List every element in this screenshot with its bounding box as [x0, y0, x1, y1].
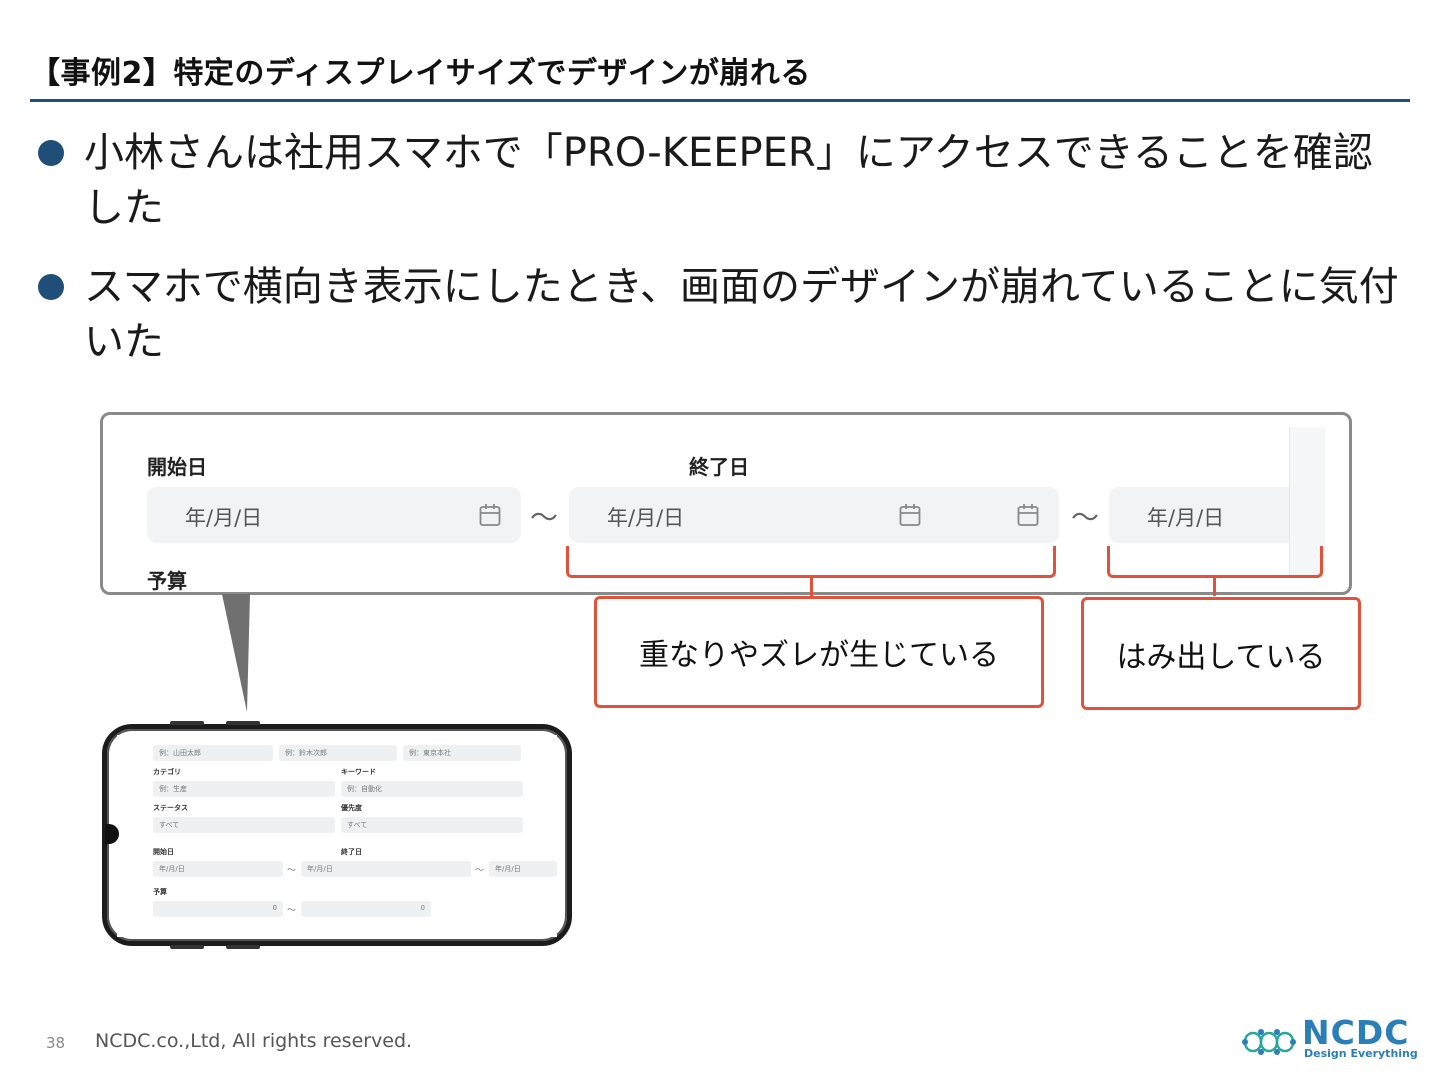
range-separator: 〜	[1071, 501, 1100, 534]
overlap-callout: 重なりやズレが生じている	[594, 596, 1044, 708]
range-separator: 〜	[287, 906, 297, 916]
date-placeholder: 年/月/日	[1147, 506, 1225, 530]
title-underline	[30, 99, 1410, 102]
range-separator: 〜	[475, 866, 485, 876]
status-label: ステータス	[153, 804, 188, 812]
copyright-text: NCDC.co.,Ltd, All rights reserved.	[95, 1030, 413, 1052]
phone-mockup: 例：山田太郎 例：鈴木次郎 例：東京本社 カテゴリ キーワード 例：生産 例：自…	[102, 724, 572, 946]
calendar-icon[interactable]	[1017, 503, 1039, 527]
start-date-input[interactable]: 年/月/日	[153, 861, 283, 877]
range-separator: 〜	[530, 501, 559, 534]
calendar-icon[interactable]	[479, 503, 501, 527]
bullet-text: スマホで横向き表示にしたとき、画面のデザインが崩れていることに気付いた	[84, 264, 1399, 365]
priority-label: 優先度	[341, 804, 362, 812]
budget-label: 予算	[153, 888, 167, 896]
overlap-bracket-tip	[810, 578, 813, 596]
overflow-bracket-tip	[1213, 578, 1216, 596]
category-label: カテゴリ	[153, 768, 181, 776]
ncdc-logo-icon	[1242, 1029, 1296, 1055]
start-date-label: 開始日	[153, 848, 174, 856]
keyword-input[interactable]: 例：自動化	[341, 781, 523, 797]
extra-date-input[interactable]: 年/月/日	[489, 861, 557, 877]
phone-side-button	[170, 721, 204, 725]
zoom-pointer	[222, 594, 250, 712]
start-date-label: 開始日	[147, 455, 207, 479]
start-date-input[interactable]: 年/月/日	[147, 487, 521, 543]
bullet-dot-icon	[38, 274, 64, 300]
phone-side-button	[226, 721, 260, 725]
mini-input[interactable]: 例：鈴木次郎	[279, 745, 397, 761]
bullet-item: 小林さんは社用スマホで「PRO-KEEPER」にアクセスできることを確認した	[36, 126, 1406, 236]
phone-side-button	[226, 945, 260, 949]
budget-min-input[interactable]: 0	[153, 901, 283, 917]
priority-select[interactable]: すべて	[341, 817, 523, 833]
status-select[interactable]: すべて	[153, 817, 335, 833]
budget-max-input[interactable]: 0	[301, 901, 431, 917]
logo-tagline: Design Everything	[1304, 1047, 1418, 1060]
calendar-icon[interactable]	[899, 503, 921, 527]
mini-input[interactable]: 例：山田太郎	[153, 745, 273, 761]
bullet-dot-icon	[38, 140, 64, 166]
end-date-input[interactable]: 年/月/日	[569, 487, 1059, 543]
phone-side-button	[170, 945, 204, 949]
overflow-callout: はみ出している	[1081, 597, 1361, 710]
overlap-bracket	[566, 546, 1056, 578]
bullet-list: 小林さんは社用スマホで「PRO-KEEPER」にアクセスできることを確認した ス…	[36, 126, 1406, 394]
page-number: 38	[46, 1034, 66, 1052]
bullet-item: スマホで横向き表示にしたとき、画面のデザインが崩れていることに気付いた	[36, 260, 1406, 370]
keyword-label: キーワード	[341, 768, 376, 776]
mini-input[interactable]: 例：東京本社	[403, 745, 521, 761]
end-date-label: 終了日	[341, 848, 362, 856]
date-placeholder: 年/月/日	[607, 506, 685, 530]
end-date-input[interactable]: 年/月/日	[301, 861, 471, 877]
slide-title: 【事例2】特定のディスプレイサイズでデザインが崩れる	[30, 56, 811, 91]
date-placeholder: 年/月/日	[185, 506, 263, 530]
end-date-label: 終了日	[689, 455, 749, 479]
overflow-bracket	[1107, 546, 1323, 578]
bullet-text: 小林さんは社用スマホで「PRO-KEEPER」にアクセスできることを確認した	[84, 130, 1373, 231]
phone-screen: 例：山田太郎 例：鈴木次郎 例：東京本社 カテゴリ キーワード 例：生産 例：自…	[117, 735, 557, 937]
range-separator: 〜	[287, 866, 297, 876]
budget-label: 予算	[147, 569, 187, 593]
category-input[interactable]: 例：生産	[153, 781, 335, 797]
